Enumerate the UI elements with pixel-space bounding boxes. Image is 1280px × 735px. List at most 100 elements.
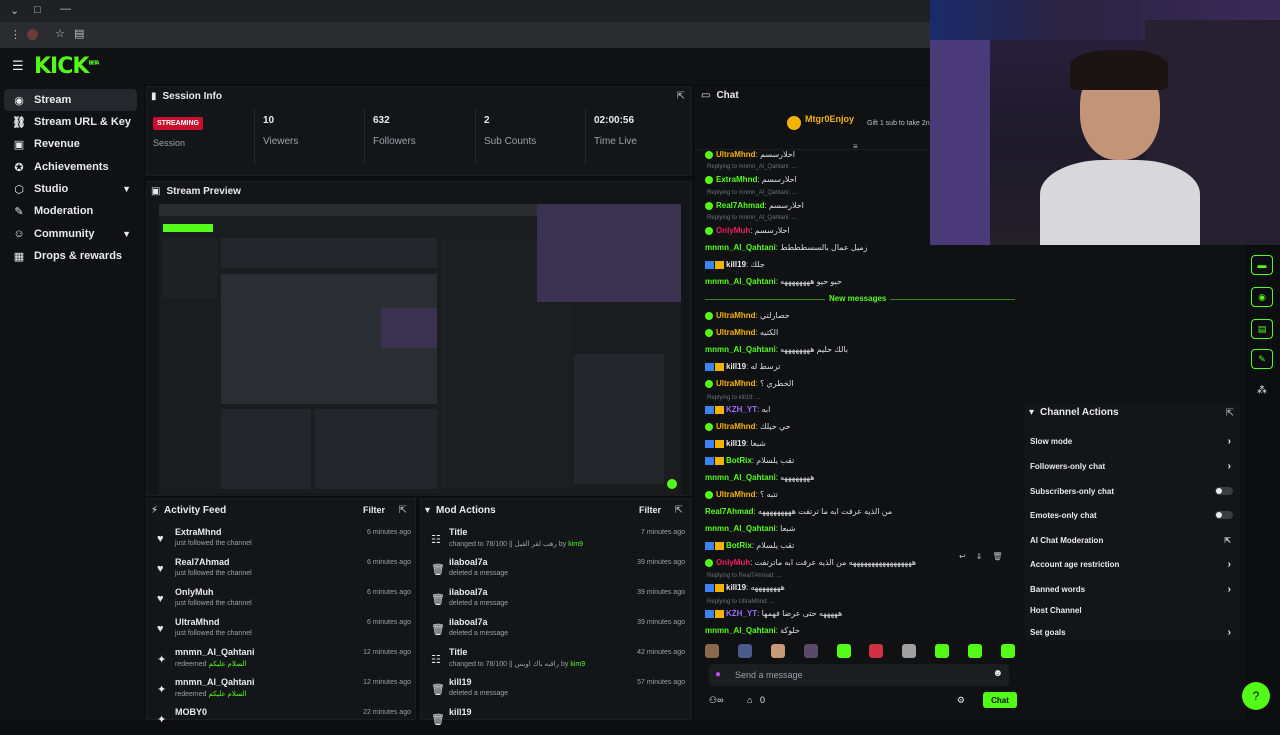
mic-icon[interactable]: ● [715,669,721,680]
chat-message[interactable]: KZH_YT: ابه [705,405,770,414]
stream-preview-video[interactable] [159,204,681,494]
scroll-down-icon[interactable]: ≡ [853,142,858,151]
filter-button[interactable]: Filter [363,505,385,515]
chat-message[interactable]: kill19: شبعا [705,439,766,448]
chat-username[interactable]: kill19 [726,439,746,448]
chat-message[interactable]: mnmn_Al_Qahtani: بالك حليم ههههههههه [705,345,848,354]
activity-user[interactable]: MOBY0 [175,707,207,717]
chat-username[interactable]: UltraMhnd [716,328,756,337]
chat-username[interactable]: Real7Ahmad [716,201,764,210]
chat-username[interactable]: UltraMhnd [716,379,756,388]
popout-icon[interactable]: ⇱ [677,91,685,102]
chat-username[interactable]: UltraMhnd [716,150,756,159]
subscribers-only-toggle[interactable] [1215,487,1233,495]
chat-username[interactable]: UltraMhnd [716,422,756,431]
emoji-icon[interactable]: ☻ [992,668,1003,679]
chat-message[interactable]: KZH_YT: هههههه حتى عرضا فهمها [705,609,842,618]
chat-username[interactable]: KZH_YT [726,609,757,618]
sidebar-item-achievements[interactable]: ✪ Achievements [4,156,137,178]
reply-icon[interactable]: ↩ [959,552,966,561]
activity-user[interactable]: Real7Ahmad [175,557,230,567]
emote[interactable] [869,644,884,658]
chat-username[interactable]: mnmn_Al_Qahtani [705,524,776,533]
kick-logo[interactable]: KICKBETA [34,54,100,79]
layout-icon[interactable]: ▤ [1251,319,1273,339]
chat-input[interactable]: ● Send a message ☻ [709,664,1009,686]
pin-icon[interactable]: ⇓ [976,552,983,561]
sidebar-item-moderation[interactable]: ✎ Moderation [4,200,137,222]
chat-message[interactable]: mnmn_Al_Qahtani: حلوكة [705,626,800,635]
chat-message[interactable]: kill19: جلك [705,260,765,269]
chat-username[interactable]: mnmn_Al_Qahtani [705,473,776,482]
chat-message[interactable]: kill19: ههههههههه [705,583,785,592]
chat-username[interactable]: ExtraMhnd [716,175,757,184]
chat-username[interactable]: UltraMhnd [716,490,756,499]
chat-username[interactable]: BotRix [726,541,752,550]
action-emotes-only[interactable]: Emotes-only chat [1030,505,1235,525]
chat-message[interactable]: mnmn_Al_Qahtani: ههههههههه [705,473,814,482]
sidebar-item-community[interactable]: ☺ Community ▼ [4,223,137,245]
mod-target[interactable]: Title [449,527,467,537]
activity-user[interactable]: mnmn_Al_Qahtani [175,647,255,657]
sidebar-item-drops[interactable]: ▦ Drops & rewards [4,245,137,267]
chat-bubble-icon[interactable]: ▬ [1251,255,1273,275]
chat-message[interactable]: BotRix: تقب يلسلام [705,456,794,465]
menu-dots-icon[interactable]: ⋮ [10,28,21,41]
mod-target[interactable]: Title [449,647,467,657]
mod-target[interactable]: kill19 [449,677,472,687]
emote[interactable] [803,644,818,658]
chat-message[interactable]: BotRix: تقب يلسلام [705,541,794,550]
mod-user[interactable]: kim9 [568,541,583,548]
popout-icon[interactable]: ⇱ [399,505,407,516]
star-icon[interactable]: ☆ [55,27,65,40]
emote[interactable] [1000,644,1015,658]
emote[interactable] [968,644,982,658]
collapse-icon[interactable]: ⌄ [10,4,19,17]
activity-user[interactable]: mnmn_Al_Qahtani [175,677,255,687]
chat-message[interactable]: mnmn_Al_Qahtani: زميل عمال بالسسطططط [705,243,868,252]
popout-icon[interactable]: ⇱ [1226,408,1234,419]
hamburger-menu-icon[interactable]: ☰ [12,58,24,74]
mod-target[interactable]: kill19 [449,707,472,717]
restore-icon[interactable]: □ [34,4,41,16]
chat-username[interactable]: kill19 [726,362,746,371]
chat-username[interactable]: OnlyMuh [716,226,750,235]
chat-username[interactable]: BotRix [726,456,752,465]
delete-icon[interactable]: 🗑 [992,552,1002,561]
emote[interactable] [737,644,752,658]
emote[interactable] [705,644,719,658]
chat-send-button[interactable]: Chat [983,692,1017,708]
action-followers-only[interactable]: Followers-only chat › [1030,456,1235,476]
emote[interactable] [770,644,785,658]
chat-username[interactable]: KZH_YT [726,405,757,414]
chat-message[interactable]: UltraMhnd: الكتيه [705,328,778,337]
chat-username[interactable]: mnmn_Al_Qahtani [705,243,776,252]
chat-message[interactable]: UltraMhnd: تتبه ؟ [705,490,778,499]
action-ai-moderation[interactable]: AI Chat Moderation ⇱ [1030,530,1235,550]
action-banned-words[interactable]: Banned words › [1030,579,1235,599]
action-account-age[interactable]: Account age restriction › [1030,554,1235,574]
chat-message[interactable]: mnmn_Al_Qahtani: حيو حيو ههههههههه [705,277,842,286]
chat-username[interactable]: kill19 [726,583,746,592]
chat-username[interactable]: UltraMhnd [716,311,756,320]
help-icon[interactable]: ? [1242,682,1270,710]
action-subscribers-only[interactable]: Subscribers-only chat [1030,481,1235,501]
emote[interactable] [836,644,851,658]
emote[interactable] [902,644,917,658]
filter-button[interactable]: Filter [639,505,661,515]
chat-message[interactable]: UltraMhnd: الخطري ؟ [705,379,794,388]
mod-target[interactable]: ilaboal7a [449,587,488,597]
sidebar-item-studio[interactable]: ⬡ Studio ▼ [4,178,137,200]
minimize-icon[interactable]: — [60,3,71,15]
wrench-icon[interactable]: ✎ [1251,349,1273,369]
chat-message[interactable]: UltraMhnd: احلارسسم [705,150,795,159]
points-icon[interactable]: ⌂ [747,695,752,705]
broadcast-icon[interactable]: ◉ [1251,287,1273,307]
emote[interactable] [935,644,950,658]
pinned-user[interactable]: Mtgr0Enjoy [805,114,854,124]
chat-message[interactable]: OnlyMuh: احلارسسم [705,226,790,235]
chat-username[interactable]: Real7Ahmad [705,507,753,516]
chat-username[interactable]: mnmn_Al_Qahtani [705,345,776,354]
chat-message[interactable]: kill19: ترسط له [705,362,780,371]
action-host-channel[interactable]: Host Channel [1030,600,1235,620]
